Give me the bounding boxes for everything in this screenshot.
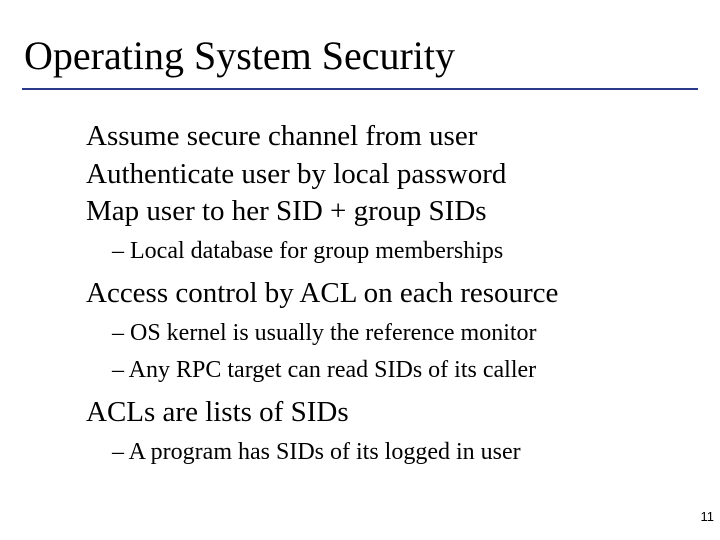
bullet-3-sub-1: – Local database for group memberships — [112, 235, 686, 267]
bullet-5: ACLs are lists of SIDs — [86, 394, 686, 432]
title-underline — [22, 88, 698, 90]
slide-body: Assume secure channel from user Authenti… — [86, 118, 686, 468]
bullet-5-sub-1: – A program has SIDs of its logged in us… — [112, 436, 686, 468]
bullet-2: Authenticate user by local password — [86, 156, 686, 194]
bullet-3: Map user to her SID + group SIDs — [86, 193, 686, 231]
bullet-4-sub-2: – Any RPC target can read SIDs of its ca… — [112, 354, 686, 386]
bullet-4-sub-1: – OS kernel is usually the reference mon… — [112, 317, 686, 349]
bullet-1: Assume secure channel from user — [86, 118, 686, 156]
slide-title: Operating System Security — [24, 32, 455, 79]
page-number: 11 — [701, 509, 715, 524]
bullet-4: Access control by ACL on each resource — [86, 275, 686, 313]
